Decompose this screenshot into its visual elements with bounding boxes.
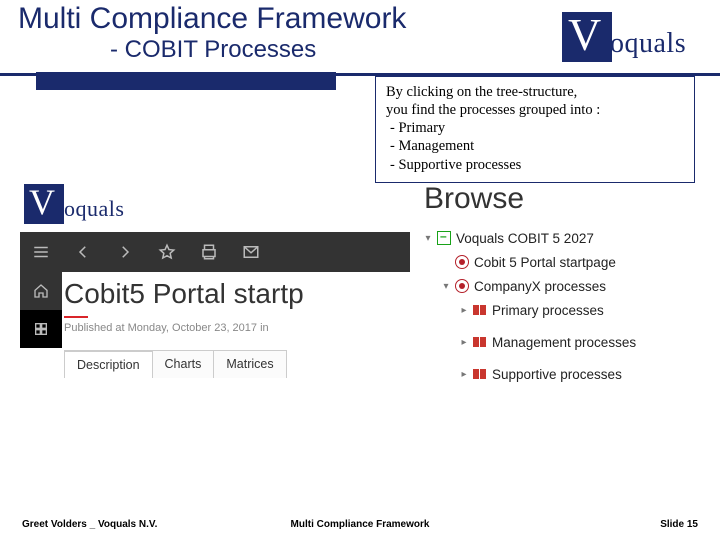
title-accent-block xyxy=(36,72,336,90)
twisty-closed-icon: ▸ xyxy=(458,369,470,380)
home-rail-button[interactable] xyxy=(20,272,62,310)
page-meta: Published at Monday, October 23, 2017 in xyxy=(64,322,404,334)
callout-line: you find the processes grouped into : xyxy=(386,101,684,119)
twisty-closed-icon: ▸ xyxy=(458,337,470,348)
mail-icon xyxy=(242,243,260,261)
tree-label: Management processes xyxy=(492,335,636,350)
browse-heading: Browse xyxy=(420,182,700,216)
app-logo: V oquals xyxy=(24,184,184,228)
twisty-closed-icon: ▸ xyxy=(458,305,470,316)
brand-logo-text: oquals xyxy=(610,28,686,60)
screenshot-area: V oquals xyxy=(20,182,700,472)
footer-title: Multi Compliance Framework xyxy=(291,519,430,530)
app-rail-button[interactable] xyxy=(20,310,62,348)
back-button[interactable] xyxy=(62,232,104,272)
app-logo-mark: V xyxy=(24,184,64,224)
brand-logo-letter: V xyxy=(568,8,601,61)
hamburger-icon xyxy=(32,243,50,261)
callout-box: By clicking on the tree-structure, you f… xyxy=(375,76,695,183)
tab-matrices[interactable]: Matrices xyxy=(213,350,286,378)
callout-line: By clicking on the tree-structure, xyxy=(386,83,684,101)
mail-button[interactable] xyxy=(230,232,272,272)
callout-bullet: - Management xyxy=(390,137,684,155)
slide-title-line2: - COBIT Processes xyxy=(110,36,316,64)
tab-charts[interactable]: Charts xyxy=(152,350,215,378)
tree: ▾ Voquals COBIT 5 2027 Cobit 5 Portal st… xyxy=(420,226,700,386)
app-logo-letter: V xyxy=(29,181,55,223)
callout-bullet: - Primary xyxy=(390,119,684,137)
twisty-open-icon: ▾ xyxy=(440,281,452,292)
tree-node-root[interactable]: ▾ Voquals COBIT 5 2027 xyxy=(420,226,700,250)
tree-label: Cobit 5 Portal startpage xyxy=(474,255,616,270)
framework-icon xyxy=(436,230,452,246)
menu-button[interactable] xyxy=(20,232,62,272)
browse-panel: Browse ▾ Voquals COBIT 5 2027 Cobit 5 Po… xyxy=(420,182,700,386)
slide-footer: Greet Volders _ Voquals N.V. Multi Compl… xyxy=(0,519,720,530)
brand-logo-mark: V xyxy=(562,12,612,62)
brand-logo: V oquals xyxy=(562,12,702,68)
footer-author: Greet Volders _ Voquals N.V. xyxy=(22,519,157,530)
tree-label: Supportive processes xyxy=(492,367,622,382)
forward-button[interactable] xyxy=(104,232,146,272)
process-icon xyxy=(472,366,488,382)
process-icon xyxy=(472,334,488,350)
tree-node-management[interactable]: ▸ Management processes xyxy=(420,330,700,354)
chevron-left-icon xyxy=(74,243,92,261)
tree-node-supportive[interactable]: ▸ Supportive processes xyxy=(420,362,700,386)
page-icon xyxy=(454,254,470,270)
page-icon xyxy=(454,278,470,294)
toolbar xyxy=(20,232,410,272)
print-icon xyxy=(200,243,218,261)
favorite-button[interactable] xyxy=(146,232,188,272)
chevron-right-icon xyxy=(116,243,134,261)
footer-slide-number: Slide 15 xyxy=(660,519,698,530)
process-icon xyxy=(472,302,488,318)
content-tabs: Description Charts Matrices xyxy=(64,350,404,378)
title-accent xyxy=(64,316,88,318)
slide-title-line1: Multi Compliance Framework xyxy=(18,2,406,36)
tree-label: Voquals COBIT 5 2027 xyxy=(456,231,594,246)
tree-label: Primary processes xyxy=(492,303,604,318)
grid-icon xyxy=(33,321,49,337)
app-logo-text: oquals xyxy=(64,196,124,222)
print-button[interactable] xyxy=(188,232,230,272)
tree-node-primary[interactable]: ▸ Primary processes xyxy=(420,298,700,322)
portal-content: Cobit5 Portal startp Published at Monday… xyxy=(64,278,404,378)
tree-node-startpage[interactable]: Cobit 5 Portal startpage xyxy=(420,250,700,274)
tab-description[interactable]: Description xyxy=(64,350,153,378)
twisty-open-icon: ▾ xyxy=(422,233,434,244)
side-rail xyxy=(20,272,62,348)
home-icon xyxy=(33,283,49,299)
page-title: Cobit5 Portal startp xyxy=(64,278,404,310)
star-icon xyxy=(158,243,176,261)
callout-bullet: - Supportive processes xyxy=(390,156,684,174)
tree-node-company[interactable]: ▾ CompanyX processes xyxy=(420,274,700,298)
tree-label: CompanyX processes xyxy=(474,279,606,294)
